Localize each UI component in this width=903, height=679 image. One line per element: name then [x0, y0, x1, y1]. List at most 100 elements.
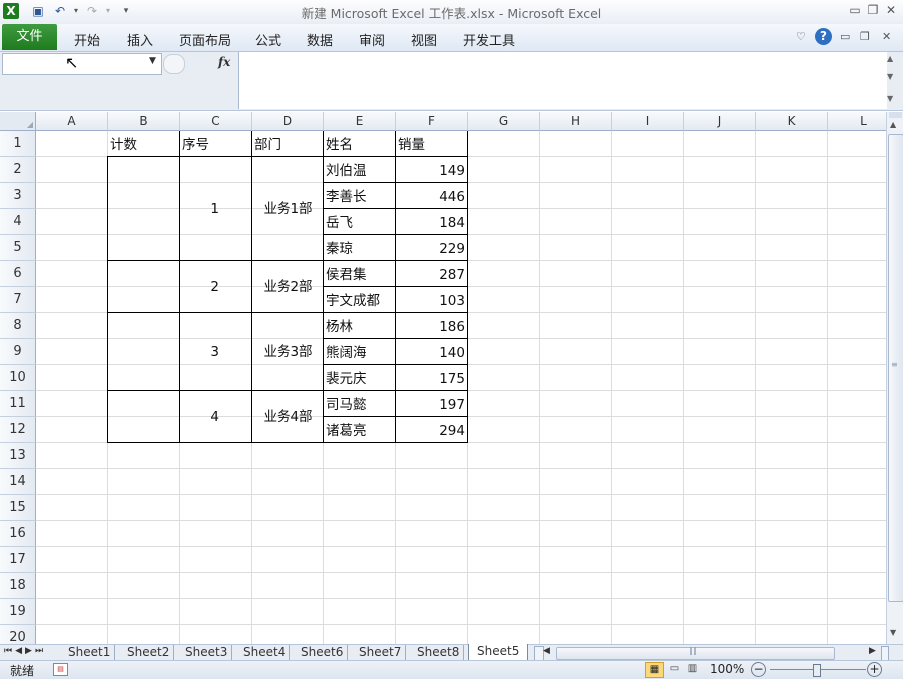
row-header-12[interactable]: 12	[0, 417, 36, 443]
tab-page-layout[interactable]: 页面布局	[179, 30, 231, 49]
row-header-20[interactable]: 20	[0, 625, 36, 644]
cell-b1[interactable]: 计数	[110, 131, 137, 157]
row-header-17[interactable]: 17	[0, 547, 36, 573]
cell-c8-merged[interactable]: 3	[180, 313, 252, 391]
row-header-1[interactable]: 1	[0, 131, 36, 157]
help-icon[interactable]: ?	[815, 28, 832, 45]
cell-d2-merged[interactable]: 业务1部	[252, 157, 324, 261]
column-header-i[interactable]: I	[612, 112, 684, 131]
ribbon-collapse-icon[interactable]: ♡	[796, 30, 806, 43]
page-layout-view-icon[interactable]: ▭	[666, 662, 683, 676]
cell-name[interactable]: 诸葛亮	[326, 417, 367, 443]
formula-input[interactable]	[238, 52, 887, 109]
tab-insert[interactable]: 插入	[127, 30, 153, 49]
cell-name[interactable]: 秦琼	[326, 235, 353, 261]
cell-name[interactable]: 裴元庆	[326, 365, 367, 391]
cell-sales[interactable]: 229	[396, 235, 465, 261]
cell-name[interactable]: 侯君集	[326, 261, 367, 287]
row-header-18[interactable]: 18	[0, 573, 36, 599]
row-header-9[interactable]: 9	[0, 339, 36, 365]
horizontal-split-handle[interactable]	[881, 646, 889, 661]
restore-icon[interactable]: ❐	[864, 3, 882, 17]
sheet-tab-sheet6[interactable]: Sheet6	[297, 645, 349, 660]
cell-name[interactable]: 宇文成都	[326, 287, 380, 313]
cell-name[interactable]: 司马懿	[326, 391, 367, 417]
name-box[interactable]: ▼	[2, 53, 162, 75]
formula-scroll-up-icon[interactable]: ▲	[887, 54, 893, 63]
scroll-left-icon[interactable]: ◀	[543, 646, 550, 656]
tab-data[interactable]: 数据	[307, 30, 333, 49]
cell-sales[interactable]: 287	[396, 261, 465, 287]
sheet-tab-sheet4[interactable]: Sheet4	[239, 645, 291, 660]
select-all-corner[interactable]: ◢	[0, 112, 36, 131]
cell-sales[interactable]: 184	[396, 209, 465, 235]
row-header-6[interactable]: 6	[0, 261, 36, 287]
minimize-icon[interactable]: ▭	[846, 3, 864, 17]
name-box-dropdown-icon[interactable]: ▼	[149, 56, 156, 66]
formula-scroll-down-icon[interactable]: ▼	[887, 72, 893, 81]
scroll-up-icon[interactable]: ▲	[890, 120, 896, 129]
column-header-l[interactable]: L	[828, 112, 886, 131]
cell-d8-merged[interactable]: 业务3部	[252, 313, 324, 391]
cell-sales[interactable]: 197	[396, 391, 465, 417]
column-header-e[interactable]: E	[324, 112, 396, 131]
row-header-2[interactable]: 2	[0, 157, 36, 183]
row-header-4[interactable]: 4	[0, 209, 36, 235]
row-header-7[interactable]: 7	[0, 287, 36, 313]
page-break-view-icon[interactable]: ▥	[684, 662, 701, 676]
cell-sales[interactable]: 186	[396, 313, 465, 339]
zoom-out-button[interactable]: −	[751, 662, 766, 677]
tab-developer[interactable]: 开发工具	[463, 30, 515, 49]
zoom-slider-thumb[interactable]	[813, 664, 821, 677]
row-header-19[interactable]: 19	[0, 599, 36, 625]
close-icon[interactable]: ✕	[882, 3, 900, 17]
cell-c2-merged[interactable]: 1	[180, 157, 252, 261]
cell-c11-merged[interactable]: 4	[180, 391, 252, 443]
column-header-b[interactable]: B	[108, 112, 180, 131]
column-header-d[interactable]: D	[252, 112, 324, 131]
cell-sales[interactable]: 140	[396, 339, 465, 365]
sheet-tab-sheet5[interactable]: Sheet5	[468, 644, 529, 661]
column-header-f[interactable]: F	[396, 112, 468, 131]
cell-sales[interactable]: 149	[396, 157, 465, 183]
cell-sales[interactable]: 175	[396, 365, 465, 391]
cell-name[interactable]: 李善长	[326, 183, 367, 209]
vertical-scrollbar[interactable]: ▲ ≡ ▼	[886, 112, 903, 644]
cell-name[interactable]: 刘伯温	[326, 157, 367, 183]
row-header-14[interactable]: 14	[0, 469, 36, 495]
horizontal-scroll-thumb[interactable]: ‖‖	[556, 646, 835, 660]
row-header-8[interactable]: 8	[0, 313, 36, 339]
cell-sales[interactable]: 446	[396, 183, 465, 209]
tab-file[interactable]: 文件	[2, 24, 57, 50]
cell-sales[interactable]: 103	[396, 287, 465, 313]
cell-sales[interactable]: 294	[396, 417, 465, 443]
sheet-tab-sheet8[interactable]: Sheet8	[413, 645, 465, 660]
sheet-tab-sheet7[interactable]: Sheet7	[355, 645, 407, 660]
cell-c1[interactable]: 序号	[182, 131, 209, 157]
column-header-j[interactable]: J	[684, 112, 756, 131]
sheet-tab-sheet2[interactable]: Sheet2	[123, 645, 175, 660]
workbook-minimize-icon[interactable]: ▭	[840, 30, 850, 43]
normal-view-icon[interactable]: ▦	[645, 662, 664, 678]
worksheet-grid[interactable]: ◢ ABCDEFGHIJKL 1 2 3 4 5 6 7 8 9 10 11 12 13 14 15 16 17…	[0, 112, 886, 644]
column-header-c[interactable]: C	[180, 112, 252, 131]
column-header-h[interactable]: H	[540, 112, 612, 131]
macro-record-icon[interactable]: ▤	[53, 663, 68, 676]
sheet-tab-sheet3[interactable]: Sheet3	[181, 645, 233, 660]
row-header-13[interactable]: 13	[0, 443, 36, 469]
formula-bar-splitter[interactable]	[163, 54, 185, 74]
cell-name[interactable]: 熊阔海	[326, 339, 367, 365]
tab-view[interactable]: 视图	[411, 30, 437, 49]
row-header-3[interactable]: 3	[0, 183, 36, 209]
column-header-a[interactable]: A	[36, 112, 108, 131]
row-header-5[interactable]: 5	[0, 235, 36, 261]
cell-e1[interactable]: 姓名	[326, 131, 353, 157]
tab-formulas[interactable]: 公式	[255, 30, 281, 49]
vertical-split-handle[interactable]	[889, 112, 902, 118]
cell-name[interactable]: 杨林	[326, 313, 353, 339]
formula-expand-icon[interactable]: ▼	[887, 94, 893, 103]
cell-c6-merged[interactable]: 2	[180, 261, 252, 313]
scroll-down-icon[interactable]: ▼	[890, 628, 896, 637]
workbook-restore-icon[interactable]: ❐	[860, 30, 870, 43]
row-header-16[interactable]: 16	[0, 521, 36, 547]
